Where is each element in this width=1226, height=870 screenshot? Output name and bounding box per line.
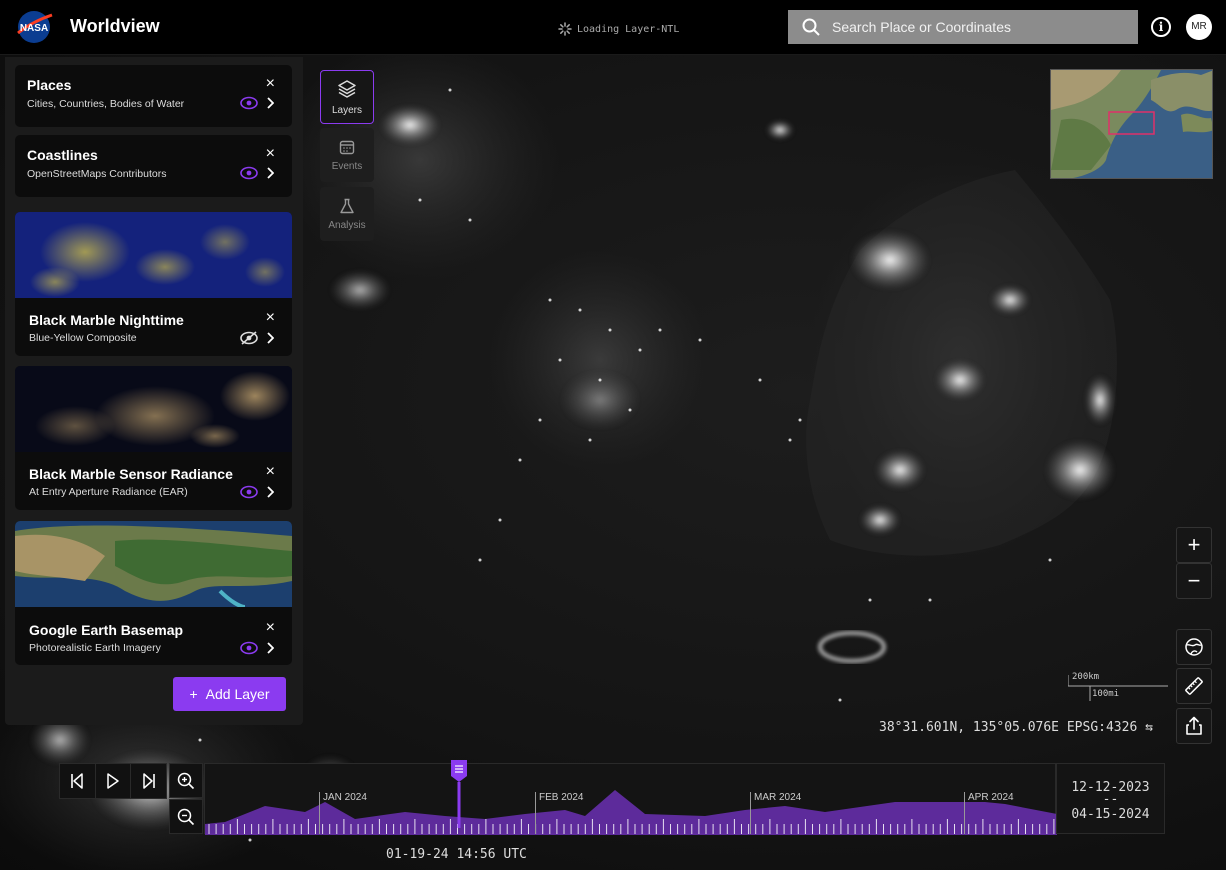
map-scale-bar: 200km 100mi xyxy=(1068,671,1168,705)
timeline-scrubber-handle[interactable] xyxy=(449,758,469,828)
chevron-right-icon[interactable] xyxy=(266,167,274,179)
tab-layers[interactable]: Layers xyxy=(320,70,374,124)
eye-icon[interactable] xyxy=(240,166,258,180)
search-icon xyxy=(802,18,820,36)
tab-label: Events xyxy=(331,160,363,172)
layer-name: Google Earth Basemap xyxy=(29,622,184,638)
plus-icon: + xyxy=(189,686,198,702)
loading-text: Loading Layer-NTL xyxy=(577,23,680,35)
ruler-icon xyxy=(1185,677,1203,695)
layer-subtitle: Blue-Yellow Composite xyxy=(29,332,137,344)
tab-label: Analysis xyxy=(328,219,366,231)
projection-button[interactable] xyxy=(1176,629,1212,665)
current-time-label: 01-19-24 14:56 UTC xyxy=(386,847,527,862)
overview-minimap[interactable] xyxy=(1050,69,1213,179)
zoom-in-icon xyxy=(177,772,195,789)
layer-card-black-marble-sensor-radiance[interactable]: Black Marble Sensor Radiance At Entry Ap… xyxy=(15,366,292,510)
layer-subtitle: At Entry Aperture Radiance (EAR) xyxy=(29,486,188,498)
loading-indicator: Loading Layer-NTL xyxy=(558,22,679,36)
layer-name: Black Marble Sensor Radiance xyxy=(29,466,233,482)
timeline-track[interactable]: JAN 2024 FEB 2024 MAR 2024 APR 2024 xyxy=(204,760,1057,835)
layer-subtitle: Cities, Countries, Bodies of Water xyxy=(27,98,185,110)
layer-card-black-marble-nighttime[interactable]: Black Marble Nighttime Blue-Yellow Compo… xyxy=(15,212,292,356)
layer-name: Places xyxy=(27,77,72,93)
eye-icon[interactable] xyxy=(240,641,258,655)
calendar-icon xyxy=(339,140,355,154)
zoom-in-button[interactable]: + xyxy=(1176,527,1212,563)
close-icon[interactable]: × xyxy=(266,76,275,92)
tab-events[interactable]: Events xyxy=(320,128,374,182)
layer-name: Coastlines xyxy=(27,147,98,163)
play-button[interactable] xyxy=(96,764,132,798)
play-icon xyxy=(107,773,119,789)
timeline-zoom-in-button[interactable] xyxy=(169,763,203,798)
layer-card-google-earth-basemap[interactable]: Google Earth Basemap Photorealistic Eart… xyxy=(15,521,292,665)
skip-back-icon xyxy=(71,773,84,789)
nasa-logo-text: NASA xyxy=(20,23,48,34)
add-layer-label: Add Layer xyxy=(205,686,270,702)
eye-off-icon[interactable] xyxy=(240,331,258,345)
app-title: Worldview xyxy=(70,16,160,36)
nasa-logo[interactable]: NASA xyxy=(14,9,54,45)
minimap-imagery xyxy=(1051,70,1212,178)
flask-icon xyxy=(340,198,354,213)
skip-back-button[interactable] xyxy=(60,764,96,798)
layers-sidebar: Places Cities, Countries, Bodies of Wate… xyxy=(5,57,303,725)
top-bar: NASA Worldview Loading Layer-NTL Search … xyxy=(0,0,1226,55)
layer-thumbnail xyxy=(15,521,292,607)
month-label: APR 2024 xyxy=(964,792,1014,834)
tab-analysis[interactable]: Analysis xyxy=(320,187,374,241)
scale-km-label: 200km xyxy=(1072,672,1100,682)
coordinates-text: 38°31.601N, 135°05.076E EPSG:4326 xyxy=(879,720,1138,735)
info-icon[interactable]: i xyxy=(1151,17,1171,37)
add-layer-button[interactable]: + Add Layer xyxy=(173,677,286,711)
playback-controls xyxy=(59,763,167,799)
user-avatar[interactable]: MR xyxy=(1186,14,1212,40)
share-button[interactable] xyxy=(1176,708,1212,744)
timeline: JAN 2024 FEB 2024 MAR 2024 APR 2024 12-1… xyxy=(59,760,1165,835)
chevron-right-icon[interactable] xyxy=(266,486,274,498)
search-input[interactable]: Search Place or Coordinates xyxy=(788,10,1138,44)
zoom-out-button[interactable]: − xyxy=(1176,563,1212,599)
coordinates-readout[interactable]: 38°31.601N, 135°05.076E EPSG:4326 ⇆ xyxy=(879,720,1153,735)
range-separator: -- xyxy=(1102,792,1119,807)
chevron-right-icon[interactable] xyxy=(266,97,274,109)
close-icon[interactable]: × xyxy=(266,620,275,636)
eye-icon[interactable] xyxy=(240,96,258,110)
month-label: JAN 2024 xyxy=(319,792,367,834)
skip-forward-button[interactable] xyxy=(131,764,166,798)
close-icon[interactable]: × xyxy=(266,464,275,480)
layer-card-places[interactable]: Places Cities, Countries, Bodies of Wate… xyxy=(15,65,292,127)
range-end: 04-15-2024 xyxy=(1071,807,1150,822)
layers-icon xyxy=(338,79,356,98)
chevron-right-icon[interactable] xyxy=(266,332,274,344)
layer-name: Black Marble Nighttime xyxy=(29,312,184,328)
chevron-right-icon[interactable] xyxy=(266,642,274,654)
zoom-out-icon xyxy=(177,808,195,825)
close-icon[interactable]: × xyxy=(266,310,275,326)
share-icon xyxy=(1186,716,1202,735)
timeline-date-range[interactable]: 12-12-2023 -- 04-15-2024 xyxy=(1056,763,1165,834)
month-label: FEB 2024 xyxy=(535,792,583,834)
globe-icon xyxy=(1185,638,1203,656)
scale-mi-label: 100mi xyxy=(1092,689,1120,699)
layer-thumbnail xyxy=(15,366,292,452)
month-label: MAR 2024 xyxy=(750,792,801,834)
layer-card-coastlines[interactable]: Coastlines OpenStreetMaps Contributors × xyxy=(15,135,292,197)
layer-subtitle: OpenStreetMaps Contributors xyxy=(27,168,167,180)
tab-label: Layers xyxy=(331,104,362,116)
spinner-icon xyxy=(558,22,572,36)
search-placeholder: Search Place or Coordinates xyxy=(832,19,1011,35)
layer-subtitle: Photorealistic Earth Imagery xyxy=(29,642,161,654)
measure-button[interactable] xyxy=(1176,668,1212,704)
layer-thumbnail xyxy=(15,212,292,298)
timeline-zoom-out-button[interactable] xyxy=(169,799,203,834)
skip-forward-icon xyxy=(142,773,155,789)
swap-icon[interactable]: ⇆ xyxy=(1145,720,1153,735)
eye-icon[interactable] xyxy=(240,485,258,499)
close-icon[interactable]: × xyxy=(266,146,275,162)
